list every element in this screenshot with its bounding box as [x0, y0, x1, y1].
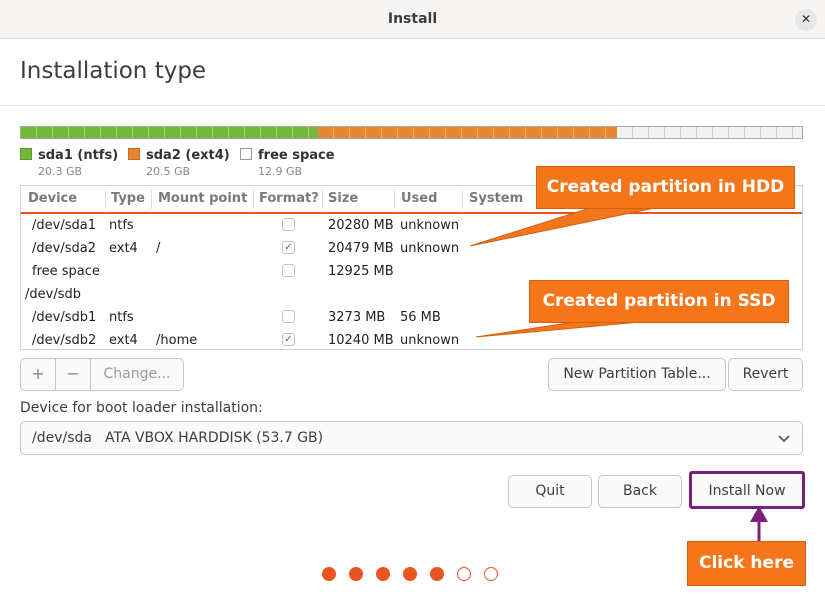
progress-dot-completed [430, 567, 444, 581]
progress-dot-pending [484, 567, 498, 581]
callout-pointer-ssd [475, 321, 641, 338]
callout-click-here: Click here [687, 541, 806, 586]
callout-hdd: Created partition in HDD [536, 166, 795, 209]
callout-pointer-hdd [469, 207, 656, 247]
progress-dot-completed [376, 567, 390, 581]
progress-dot-completed [349, 567, 363, 581]
callout-ssd: Created partition in SSD [529, 280, 789, 323]
progress-dot-completed [322, 567, 336, 581]
arrow-head [750, 506, 768, 522]
progress-dot-completed [403, 567, 417, 581]
progress-dot-pending [457, 567, 471, 581]
